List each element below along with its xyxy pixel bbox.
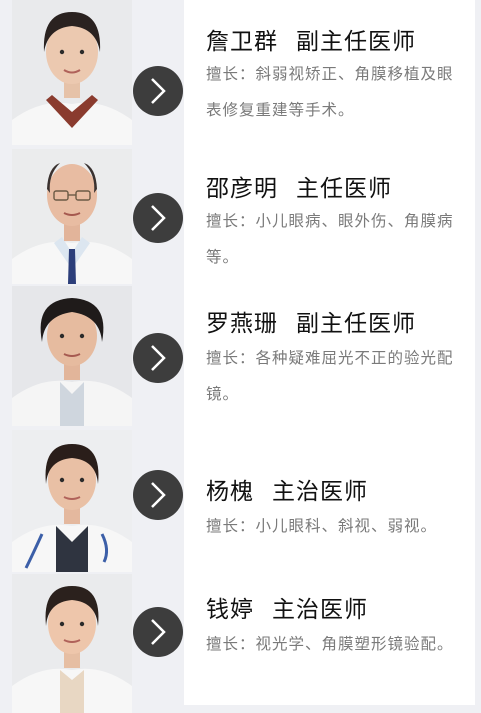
doctor-name-line: 詹卫群 副主任医师 — [206, 22, 416, 56]
detail-button[interactable] — [133, 66, 183, 116]
detail-button[interactable] — [133, 193, 183, 243]
doctor-info: 杨槐 主治医师 擅长：小儿眼科、斜视、弱视。 — [184, 426, 475, 574]
doctor-title: 主任医师 — [296, 176, 392, 202]
detail-button[interactable] — [133, 607, 183, 657]
chevron-right-icon — [151, 78, 166, 104]
chevron-right-icon — [151, 619, 166, 645]
detail-button[interactable] — [133, 333, 183, 383]
doctor-photo — [12, 149, 132, 284]
doctor-photo — [12, 574, 132, 713]
detail-button[interactable] — [133, 470, 183, 520]
doctor-name-line: 邵彦明 主任医师 — [206, 169, 392, 203]
doctor-card-5[interactable]: 钱婷 主治医师 擅长：视光学、角膜塑形镜验配。 — [0, 574, 481, 713]
doctor-title: 主治医师 — [272, 479, 368, 505]
doctor-info: 罗燕珊 副主任医师 擅长：各种疑难屈光不正的验光配镜。 — [184, 284, 475, 426]
doctor-photo — [12, 0, 132, 145]
doctor-list: 詹卫群 副主任医师 擅长：斜弱视矫正、角膜移植及眼表修复重建等手术。 邵彦明 主… — [0, 0, 481, 713]
doctor-name-line: 钱婷 主治医师 — [206, 590, 368, 624]
doctor-title: 主治医师 — [272, 597, 368, 623]
doctor-photo — [12, 430, 132, 572]
doctor-name-line: 杨槐 主治医师 — [206, 472, 368, 506]
doctor-title: 副主任医师 — [296, 29, 416, 55]
doctor-specialty: 擅长：小儿眼病、眼外伤、角膜病等。 — [206, 212, 454, 266]
doctor-specialty: 擅长：各种疑难屈光不正的验光配镜。 — [206, 349, 454, 403]
doctor-specialty: 擅长：小儿眼科、斜视、弱视。 — [206, 517, 438, 535]
chevron-right-icon — [151, 482, 166, 508]
doctor-name: 詹卫群 — [206, 29, 278, 55]
doctor-specialty: 擅长：视光学、角膜塑形镜验配。 — [206, 635, 454, 653]
chevron-right-icon — [151, 205, 166, 231]
doctor-name: 杨槐 — [206, 479, 254, 505]
doctor-name-line: 罗燕珊 副主任医师 — [206, 304, 416, 338]
doctor-info: 詹卫群 副主任医师 擅长：斜弱视矫正、角膜移植及眼表修复重建等手术。 — [184, 0, 475, 147]
doctor-specialty: 擅长：斜弱视矫正、角膜移植及眼表修复重建等手术。 — [206, 65, 454, 119]
chevron-right-icon — [151, 345, 166, 371]
doctor-info: 钱婷 主治医师 擅长：视光学、角膜塑形镜验配。 — [184, 574, 475, 705]
doctor-card-4[interactable]: 杨槐 主治医师 擅长：小儿眼科、斜视、弱视。 — [0, 426, 481, 574]
doctor-card-2[interactable]: 邵彦明 主任医师 擅长：小儿眼病、眼外伤、角膜病等。 — [0, 147, 481, 284]
doctor-name: 钱婷 — [206, 597, 254, 623]
doctor-title: 副主任医师 — [296, 311, 416, 337]
doctor-card-3[interactable]: 罗燕珊 副主任医师 擅长：各种疑难屈光不正的验光配镜。 — [0, 284, 481, 426]
doctor-name: 罗燕珊 — [206, 311, 278, 337]
doctor-info: 邵彦明 主任医师 擅长：小儿眼病、眼外伤、角膜病等。 — [184, 147, 475, 284]
doctor-card-1[interactable]: 詹卫群 副主任医师 擅长：斜弱视矫正、角膜移植及眼表修复重建等手术。 — [0, 0, 481, 147]
doctor-photo — [12, 286, 132, 426]
doctor-name: 邵彦明 — [206, 176, 278, 202]
